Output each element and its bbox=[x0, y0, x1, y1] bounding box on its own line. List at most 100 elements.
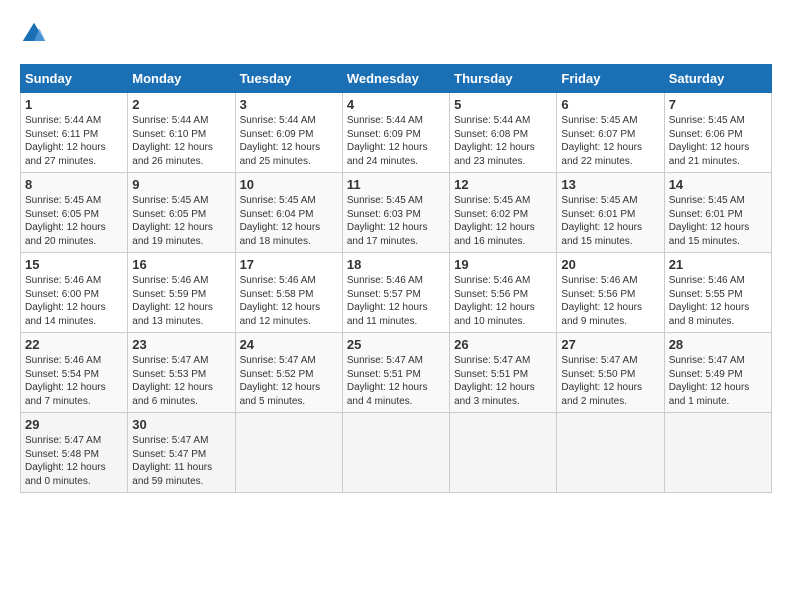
cell-details: Sunrise: 5:47 AMSunset: 5:51 PMDaylight:… bbox=[454, 354, 552, 408]
cell-details: Sunrise: 5:44 AMSunset: 6:10 PMDaylight:… bbox=[132, 114, 230, 168]
day-number: 8 bbox=[25, 177, 123, 192]
calendar-cell: 11 Sunrise: 5:45 AMSunset: 6:03 PMDayligh… bbox=[342, 173, 449, 253]
day-number: 5 bbox=[454, 97, 552, 112]
day-header-wednesday: Wednesday bbox=[342, 65, 449, 93]
calendar-cell: 25 Sunrise: 5:47 AMSunset: 5:51 PMDayligh… bbox=[342, 333, 449, 413]
cell-details: Sunrise: 5:47 AMSunset: 5:48 PMDaylight:… bbox=[25, 434, 123, 488]
calendar-cell: 15Sunrise: 5:46 AMSunset: 6:00 PMDayligh… bbox=[21, 253, 128, 333]
cell-details: Sunrise: 5:45 AMSunset: 6:06 PMDaylight:… bbox=[669, 114, 767, 168]
cell-details: Sunrise: 5:46 AMSunset: 6:00 PMDaylight:… bbox=[25, 274, 123, 328]
days-header-row: SundayMondayTuesdayWednesdayThursdayFrid… bbox=[21, 65, 772, 93]
calendar-cell: 8 Sunrise: 5:45 AMSunset: 6:05 PMDaylight… bbox=[21, 173, 128, 253]
cell-details: Sunrise: 5:45 AMSunset: 6:05 PMDaylight:… bbox=[132, 194, 230, 248]
day-number: 27 bbox=[561, 337, 659, 352]
calendar-cell: 2 Sunrise: 5:44 AMSunset: 6:10 PMDaylight… bbox=[128, 93, 235, 173]
calendar-cell: 12 Sunrise: 5:45 AMSunset: 6:02 PMDayligh… bbox=[450, 173, 557, 253]
calendar-table: SundayMondayTuesdayWednesdayThursdayFrid… bbox=[20, 64, 772, 493]
calendar-cell: 19 Sunrise: 5:46 AMSunset: 5:56 PMDayligh… bbox=[450, 253, 557, 333]
day-number: 3 bbox=[240, 97, 338, 112]
calendar-cell: 14Sunrise: 5:45 AMSunset: 6:01 PMDayligh… bbox=[664, 173, 771, 253]
cell-details: Sunrise: 5:44 AMSunset: 6:09 PMDaylight:… bbox=[240, 114, 338, 168]
calendar-cell: 29 Sunrise: 5:47 AMSunset: 5:48 PMDayligh… bbox=[21, 413, 128, 493]
cell-details: Sunrise: 5:46 AMSunset: 5:56 PMDaylight:… bbox=[454, 274, 552, 328]
cell-details: Sunrise: 5:44 AMSunset: 6:11 PMDaylight:… bbox=[25, 114, 123, 168]
logo-icon bbox=[20, 20, 48, 48]
day-number: 28 bbox=[669, 337, 767, 352]
cell-details: Sunrise: 5:46 AMSunset: 5:55 PMDaylight:… bbox=[669, 274, 767, 328]
day-number: 1 bbox=[25, 97, 123, 112]
day-number: 4 bbox=[347, 97, 445, 112]
day-number: 20 bbox=[561, 257, 659, 272]
day-number: 30 bbox=[132, 417, 230, 432]
day-header-tuesday: Tuesday bbox=[235, 65, 342, 93]
day-number: 11 bbox=[347, 177, 445, 192]
day-number: 10 bbox=[240, 177, 338, 192]
day-number: 17 bbox=[240, 257, 338, 272]
calendar-cell: 21 Sunrise: 5:46 AMSunset: 5:55 PMDayligh… bbox=[664, 253, 771, 333]
day-number: 29 bbox=[25, 417, 123, 432]
cell-details: Sunrise: 5:47 AMSunset: 5:49 PMDaylight:… bbox=[669, 354, 767, 408]
day-number: 9 bbox=[132, 177, 230, 192]
calendar-cell: 30 Sunrise: 5:47 AMSunset: 5:47 PMDayligh… bbox=[128, 413, 235, 493]
day-number: 18 bbox=[347, 257, 445, 272]
day-number: 13 bbox=[561, 177, 659, 192]
week-row-4: 22 Sunrise: 5:46 AMSunset: 5:54 PMDayligh… bbox=[21, 333, 772, 413]
calendar-cell: 23 Sunrise: 5:47 AMSunset: 5:53 PMDayligh… bbox=[128, 333, 235, 413]
day-number: 2 bbox=[132, 97, 230, 112]
cell-details: Sunrise: 5:47 AMSunset: 5:52 PMDaylight:… bbox=[240, 354, 338, 408]
cell-details: Sunrise: 5:45 AMSunset: 6:05 PMDaylight:… bbox=[25, 194, 123, 248]
calendar-cell: 5 Sunrise: 5:44 AMSunset: 6:08 PMDaylight… bbox=[450, 93, 557, 173]
week-row-5: 29 Sunrise: 5:47 AMSunset: 5:48 PMDayligh… bbox=[21, 413, 772, 493]
day-number: 26 bbox=[454, 337, 552, 352]
week-row-2: 8 Sunrise: 5:45 AMSunset: 6:05 PMDaylight… bbox=[21, 173, 772, 253]
cell-details: Sunrise: 5:46 AMSunset: 5:57 PMDaylight:… bbox=[347, 274, 445, 328]
cell-details: Sunrise: 5:45 AMSunset: 6:01 PMDaylight:… bbox=[561, 194, 659, 248]
calendar-cell bbox=[235, 413, 342, 493]
calendar-cell: 3 Sunrise: 5:44 AMSunset: 6:09 PMDaylight… bbox=[235, 93, 342, 173]
calendar-cell: 17 Sunrise: 5:46 AMSunset: 5:58 PMDayligh… bbox=[235, 253, 342, 333]
calendar-cell: 20 Sunrise: 5:46 AMSunset: 5:56 PMDayligh… bbox=[557, 253, 664, 333]
calendar-cell: 1 Sunrise: 5:44 AMSunset: 6:11 PMDaylight… bbox=[21, 93, 128, 173]
calendar-cell: 13 Sunrise: 5:45 AMSunset: 6:01 PMDayligh… bbox=[557, 173, 664, 253]
day-number: 14 bbox=[669, 177, 767, 192]
day-number: 19 bbox=[454, 257, 552, 272]
calendar-cell bbox=[450, 413, 557, 493]
logo bbox=[20, 20, 52, 48]
calendar-cell: 22 Sunrise: 5:46 AMSunset: 5:54 PMDayligh… bbox=[21, 333, 128, 413]
day-number: 7 bbox=[669, 97, 767, 112]
calendar-cell: 28 Sunrise: 5:47 AMSunset: 5:49 PMDayligh… bbox=[664, 333, 771, 413]
calendar-cell: 7 Sunrise: 5:45 AMSunset: 6:06 PMDaylight… bbox=[664, 93, 771, 173]
day-number: 24 bbox=[240, 337, 338, 352]
cell-details: Sunrise: 5:47 AMSunset: 5:53 PMDaylight:… bbox=[132, 354, 230, 408]
calendar-cell: 18 Sunrise: 5:46 AMSunset: 5:57 PMDayligh… bbox=[342, 253, 449, 333]
calendar-cell: 4 Sunrise: 5:44 AMSunset: 6:09 PMDaylight… bbox=[342, 93, 449, 173]
day-number: 16 bbox=[132, 257, 230, 272]
calendar-cell: 16Sunrise: 5:46 AMSunset: 5:59 PMDayligh… bbox=[128, 253, 235, 333]
day-header-monday: Monday bbox=[128, 65, 235, 93]
week-row-1: 1 Sunrise: 5:44 AMSunset: 6:11 PMDaylight… bbox=[21, 93, 772, 173]
cell-details: Sunrise: 5:45 AMSunset: 6:02 PMDaylight:… bbox=[454, 194, 552, 248]
calendar-cell: 9 Sunrise: 5:45 AMSunset: 6:05 PMDaylight… bbox=[128, 173, 235, 253]
cell-details: Sunrise: 5:47 AMSunset: 5:51 PMDaylight:… bbox=[347, 354, 445, 408]
cell-details: Sunrise: 5:47 AMSunset: 5:47 PMDaylight:… bbox=[132, 434, 230, 488]
cell-details: Sunrise: 5:44 AMSunset: 6:08 PMDaylight:… bbox=[454, 114, 552, 168]
calendar-cell: 27Sunrise: 5:47 AMSunset: 5:50 PMDayligh… bbox=[557, 333, 664, 413]
cell-details: Sunrise: 5:46 AMSunset: 5:56 PMDaylight:… bbox=[561, 274, 659, 328]
day-header-saturday: Saturday bbox=[664, 65, 771, 93]
cell-details: Sunrise: 5:45 AMSunset: 6:03 PMDaylight:… bbox=[347, 194, 445, 248]
day-number: 22 bbox=[25, 337, 123, 352]
day-number: 21 bbox=[669, 257, 767, 272]
cell-details: Sunrise: 5:46 AMSunset: 5:54 PMDaylight:… bbox=[25, 354, 123, 408]
day-number: 23 bbox=[132, 337, 230, 352]
calendar-cell: 24 Sunrise: 5:47 AMSunset: 5:52 PMDayligh… bbox=[235, 333, 342, 413]
day-number: 12 bbox=[454, 177, 552, 192]
cell-details: Sunrise: 5:44 AMSunset: 6:09 PMDaylight:… bbox=[347, 114, 445, 168]
calendar-cell: 10Sunrise: 5:45 AMSunset: 6:04 PMDayligh… bbox=[235, 173, 342, 253]
day-number: 6 bbox=[561, 97, 659, 112]
cell-details: Sunrise: 5:46 AMSunset: 5:58 PMDaylight:… bbox=[240, 274, 338, 328]
day-number: 25 bbox=[347, 337, 445, 352]
calendar-cell bbox=[557, 413, 664, 493]
calendar-cell: 26 Sunrise: 5:47 AMSunset: 5:51 PMDayligh… bbox=[450, 333, 557, 413]
calendar-cell bbox=[342, 413, 449, 493]
calendar-cell bbox=[664, 413, 771, 493]
